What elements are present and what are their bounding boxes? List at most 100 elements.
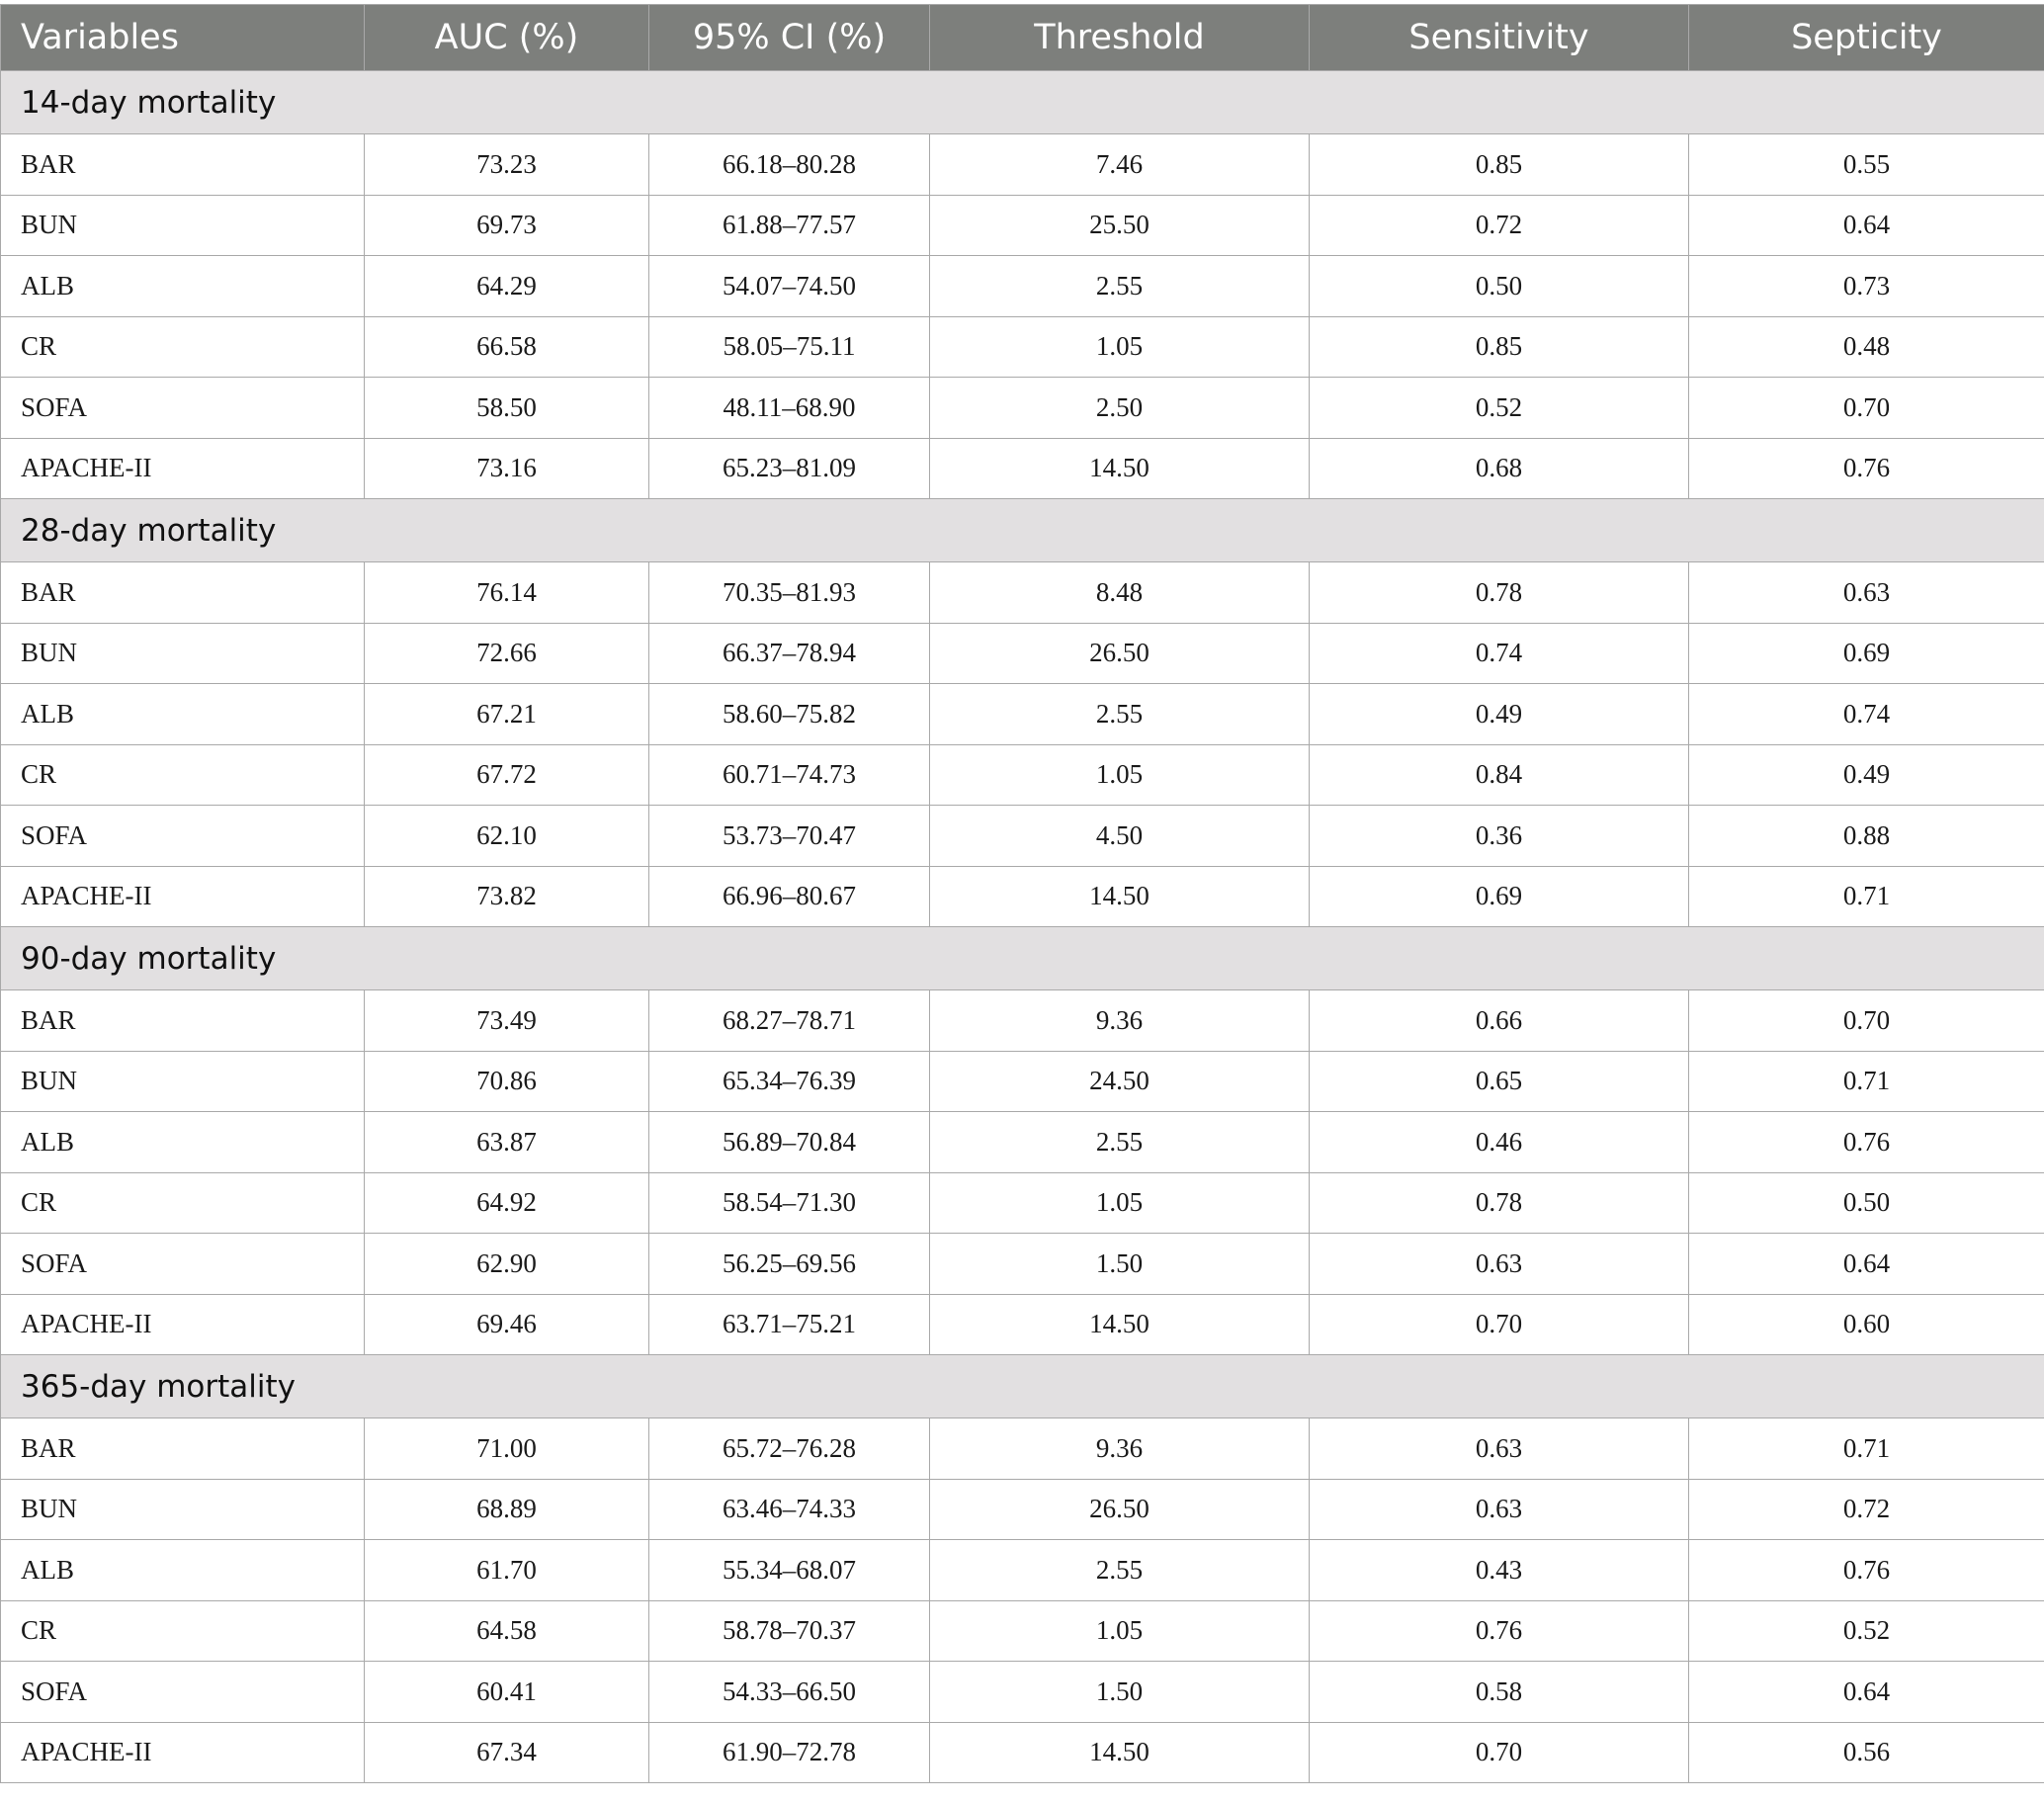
cell-septicity: 0.63	[1688, 561, 2044, 624]
cell-septicity: 0.69	[1688, 622, 2044, 684]
header-ci: 95% CI (%)	[648, 4, 930, 71]
cell-threshold: 14.50	[929, 437, 1310, 499]
cell-auc: 73.82	[364, 865, 649, 927]
cell-ci: 55.34–68.07	[648, 1539, 930, 1601]
cell-threshold: 1.05	[929, 315, 1310, 378]
cell-sensitivity: 0.58	[1309, 1661, 1689, 1723]
cell-ci: 61.88–77.57	[648, 194, 930, 256]
cell-septicity: 0.48	[1688, 315, 2044, 378]
cell-septicity: 0.50	[1688, 1171, 2044, 1234]
cell-sensitivity: 0.85	[1309, 133, 1689, 196]
cell-sensitivity: 0.78	[1309, 561, 1689, 624]
cell-septicity: 0.64	[1688, 1233, 2044, 1295]
cell-auc: 62.10	[364, 805, 649, 867]
cell-sensitivity: 0.70	[1309, 1293, 1689, 1355]
cell-sensitivity: 0.69	[1309, 865, 1689, 927]
cell-variable: SOFA	[0, 377, 365, 439]
cell-threshold: 9.36	[929, 989, 1310, 1052]
cell-threshold: 1.05	[929, 1171, 1310, 1234]
table-row: SOFA 62.10 53.73–70.47 4.50 0.36 0.88	[0, 805, 2044, 867]
cell-variable: BAR	[0, 561, 365, 624]
cell-septicity: 0.71	[1688, 865, 2044, 927]
table-row: CR 64.92 58.54–71.30 1.05 0.78 0.50	[0, 1171, 2044, 1234]
cell-threshold: 14.50	[929, 865, 1310, 927]
cell-auc: 73.49	[364, 989, 649, 1052]
cell-threshold: 1.50	[929, 1661, 1310, 1723]
cell-ci: 58.60–75.82	[648, 683, 930, 745]
cell-sensitivity: 0.70	[1309, 1721, 1689, 1783]
cell-ci: 48.11–68.90	[648, 377, 930, 439]
cell-variable: APACHE-II	[0, 437, 365, 499]
cell-variable: BAR	[0, 1417, 365, 1480]
cell-ci: 68.27–78.71	[648, 989, 930, 1052]
cell-auc: 67.72	[364, 743, 649, 806]
cell-variable: BUN	[0, 1050, 365, 1112]
cell-ci: 66.96–80.67	[648, 865, 930, 927]
header-septicity: Septicity	[1688, 4, 2044, 71]
cell-auc: 58.50	[364, 377, 649, 439]
cell-threshold: 26.50	[929, 1478, 1310, 1540]
cell-ci: 65.23–81.09	[648, 437, 930, 499]
cell-sensitivity: 0.65	[1309, 1050, 1689, 1112]
cell-variable: CR	[0, 1171, 365, 1234]
cell-septicity: 0.71	[1688, 1050, 2044, 1112]
table-row: BUN 68.89 63.46–74.33 26.50 0.63 0.72	[0, 1478, 2044, 1540]
cell-variable: BAR	[0, 133, 365, 196]
cell-auc: 61.70	[364, 1539, 649, 1601]
cell-septicity: 0.55	[1688, 133, 2044, 196]
cell-ci: 56.89–70.84	[648, 1111, 930, 1173]
cell-threshold: 1.50	[929, 1233, 1310, 1295]
header-variables: Variables	[0, 4, 365, 71]
table-row: SOFA 58.50 48.11–68.90 2.50 0.52 0.70	[0, 377, 2044, 439]
cell-sensitivity: 0.49	[1309, 683, 1689, 745]
group-label: 90-day mortality	[0, 926, 2044, 990]
cell-ci: 66.37–78.94	[648, 622, 930, 684]
cell-sensitivity: 0.43	[1309, 1539, 1689, 1601]
cell-sensitivity: 0.66	[1309, 989, 1689, 1052]
cell-septicity: 0.64	[1688, 194, 2044, 256]
cell-ci: 56.25–69.56	[648, 1233, 930, 1295]
cell-sensitivity: 0.63	[1309, 1417, 1689, 1480]
cell-variable: BAR	[0, 989, 365, 1052]
cell-sensitivity: 0.76	[1309, 1599, 1689, 1662]
table-row: APACHE-II 69.46 63.71–75.21 14.50 0.70 0.60	[0, 1293, 2044, 1355]
group-row: 90-day mortality	[0, 926, 2044, 990]
cell-auc: 67.34	[364, 1721, 649, 1783]
cell-threshold: 7.46	[929, 133, 1310, 196]
cell-variable: BUN	[0, 622, 365, 684]
cell-ci: 60.71–74.73	[648, 743, 930, 806]
cell-ci: 61.90–72.78	[648, 1721, 930, 1783]
cell-auc: 71.00	[364, 1417, 649, 1480]
cell-septicity: 0.52	[1688, 1599, 2044, 1662]
cell-auc: 64.29	[364, 255, 649, 317]
cell-threshold: 26.50	[929, 622, 1310, 684]
cell-sensitivity: 0.46	[1309, 1111, 1689, 1173]
table-row: CR 64.58 58.78–70.37 1.05 0.76 0.52	[0, 1599, 2044, 1662]
cell-ci: 58.05–75.11	[648, 315, 930, 378]
table-row: ALB 67.21 58.60–75.82 2.55 0.49 0.74	[0, 683, 2044, 745]
cell-septicity: 0.49	[1688, 743, 2044, 806]
cell-ci: 58.78–70.37	[648, 1599, 930, 1662]
cell-auc: 69.46	[364, 1293, 649, 1355]
table-row: CR 66.58 58.05–75.11 1.05 0.85 0.48	[0, 315, 2044, 378]
table-row: BAR 71.00 65.72–76.28 9.36 0.63 0.71	[0, 1417, 2044, 1480]
cell-septicity: 0.76	[1688, 1111, 2044, 1173]
table-row: ALB 63.87 56.89–70.84 2.55 0.46 0.76	[0, 1111, 2044, 1173]
cell-ci: 65.34–76.39	[648, 1050, 930, 1112]
cell-threshold: 2.55	[929, 683, 1310, 745]
cell-septicity: 0.73	[1688, 255, 2044, 317]
cell-ci: 53.73–70.47	[648, 805, 930, 867]
cell-septicity: 0.71	[1688, 1417, 2044, 1480]
table-row: BUN 72.66 66.37–78.94 26.50 0.74 0.69	[0, 622, 2044, 684]
cell-auc: 66.58	[364, 315, 649, 378]
cell-variable: ALB	[0, 255, 365, 317]
table-row: ALB 64.29 54.07–74.50 2.55 0.50 0.73	[0, 255, 2044, 317]
cell-ci: 65.72–76.28	[648, 1417, 930, 1480]
cell-variable: SOFA	[0, 1661, 365, 1723]
cell-threshold: 9.36	[929, 1417, 1310, 1480]
cell-threshold: 14.50	[929, 1721, 1310, 1783]
cell-septicity: 0.70	[1688, 377, 2044, 439]
table-row: CR 67.72 60.71–74.73 1.05 0.84 0.49	[0, 743, 2044, 806]
group-label: 365-day mortality	[0, 1354, 2044, 1418]
cell-ci: 54.07–74.50	[648, 255, 930, 317]
